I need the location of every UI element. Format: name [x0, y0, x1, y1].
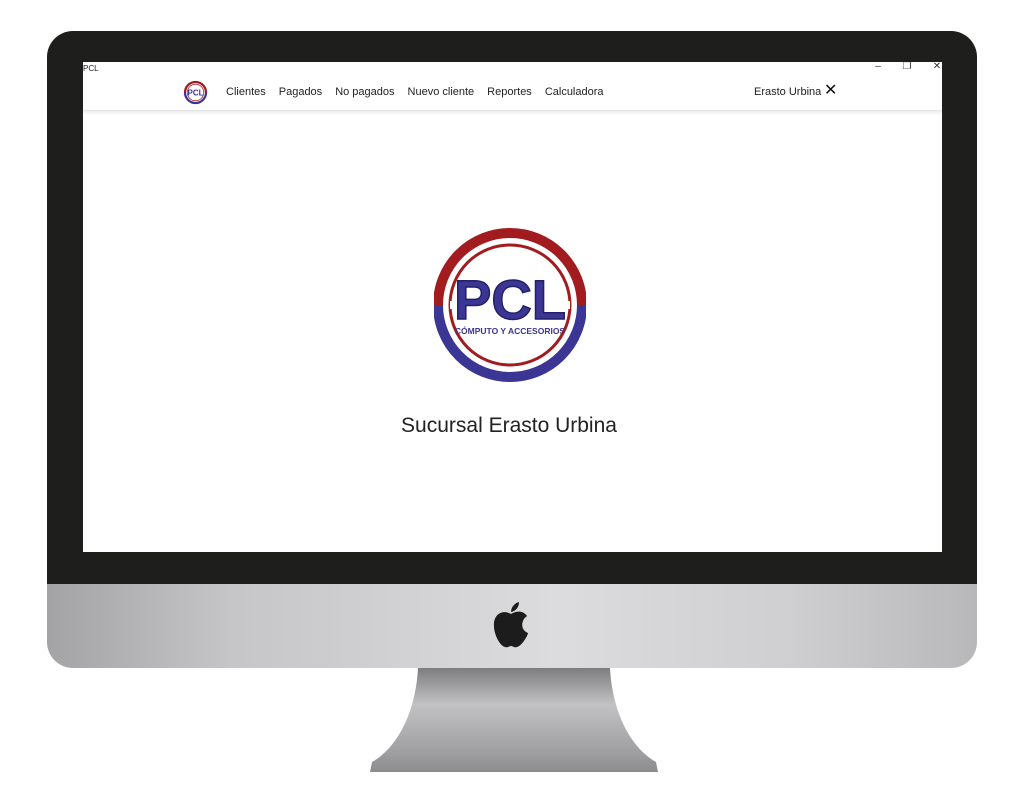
close-icon[interactable]: ✕ [824, 82, 837, 100]
nav-link-reportes[interactable]: Reportes [487, 86, 532, 98]
imac-mockup: PCL – ❐ ✕ PCL Clientes Pagados No pagado… [0, 0, 1024, 804]
branch-title: Sucursal Erasto Urbina [401, 414, 617, 437]
top-navbar: PCL Clientes Pagados No pagados Nuevo cl… [83, 76, 942, 111]
nav-link-no-pagados[interactable]: No pagados [335, 86, 394, 98]
nav-links: Clientes Pagados No pagados Nuevo client… [226, 86, 617, 98]
maximize-icon[interactable]: ❐ [900, 62, 914, 74]
nav-logo-text: PCL [188, 89, 204, 98]
nav-link-calculadora[interactable]: Calculadora [545, 86, 604, 98]
window-title: PCL [83, 64, 99, 73]
logo-text: PCL [454, 268, 566, 331]
pcl-logo: PCL CÓMPUTO Y ACCESORIOS [434, 228, 586, 382]
nav-link-clientes[interactable]: Clientes [226, 86, 266, 98]
minimize-icon[interactable]: – [871, 62, 885, 74]
window-close-icon[interactable]: ✕ [930, 62, 942, 74]
monitor-stand [370, 668, 658, 772]
app-window: PCL – ❐ ✕ PCL Clientes Pagados No pagado… [83, 62, 942, 552]
window-titlebar: PCL – ❐ ✕ [83, 62, 942, 76]
nav-link-pagados[interactable]: Pagados [279, 86, 322, 98]
pcl-logo-small[interactable]: PCL [183, 80, 208, 105]
user-name: Erasto Urbina [754, 86, 822, 98]
apple-logo-icon [493, 602, 528, 648]
nav-link-nuevo-cliente[interactable]: Nuevo cliente [408, 86, 475, 98]
logo-tagline: CÓMPUTO Y ACCESORIOS [455, 325, 566, 336]
